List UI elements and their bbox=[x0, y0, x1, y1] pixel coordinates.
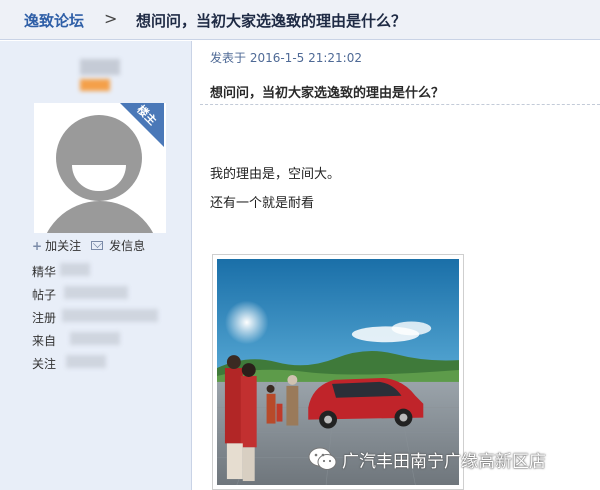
mail-icon bbox=[91, 241, 104, 250]
stat-value-blurred bbox=[66, 355, 106, 368]
post-body-line: 我的理由是，空间大。 bbox=[210, 167, 341, 182]
sun bbox=[224, 300, 269, 345]
post-body-line: 还有一个就是耐看 bbox=[210, 196, 315, 211]
thread-title: 想问问，当初大家选逸致的理由是什么？ bbox=[136, 12, 407, 30]
user-actions: + 加关注 发信息 bbox=[32, 237, 145, 254]
subject-divider bbox=[200, 104, 600, 105]
user-panel: 楼主 + 加关注 发信息 精华 帖子 注册 来自 关注 bbox=[0, 41, 192, 490]
stat-value-blurred bbox=[62, 309, 158, 322]
stat-label-digest: 精华 bbox=[32, 265, 57, 279]
watermark-text: 广汽丰田南宁广缘高新区店 bbox=[342, 451, 546, 472]
stat-label-following: 关注 bbox=[32, 357, 57, 371]
stat-label-posts: 帖子 bbox=[32, 288, 57, 302]
send-message-button[interactable]: 发信息 bbox=[109, 237, 145, 254]
avatar-body bbox=[40, 201, 160, 233]
wechat-watermark: 广汽丰田南宁广缘高新区店 bbox=[308, 446, 546, 472]
username-blurred[interactable] bbox=[80, 59, 120, 75]
stat-label-registered: 注册 bbox=[32, 311, 57, 325]
follow-button[interactable]: 加关注 bbox=[45, 237, 81, 254]
stat-value-blurred bbox=[60, 263, 90, 276]
user-level-blurred bbox=[80, 79, 110, 91]
title-bar: 逸致论坛 > 想问问，当初大家选逸致的理由是什么？ bbox=[0, 0, 600, 40]
stat-label-from: 来自 bbox=[32, 334, 57, 348]
post-date: 发表于 2016-1-5 21:21:02 bbox=[210, 51, 362, 65]
stat-value-blurred bbox=[70, 332, 120, 345]
post-subject: 想问问，当初大家选逸致的理由是什么？ bbox=[210, 86, 445, 101]
wechat-icon bbox=[308, 447, 337, 470]
plus-icon: + bbox=[32, 238, 43, 253]
stat-value-blurred bbox=[64, 286, 128, 299]
forum-name-link[interactable]: 逸致论坛 bbox=[24, 10, 84, 31]
breadcrumb-separator: > bbox=[104, 9, 118, 28]
